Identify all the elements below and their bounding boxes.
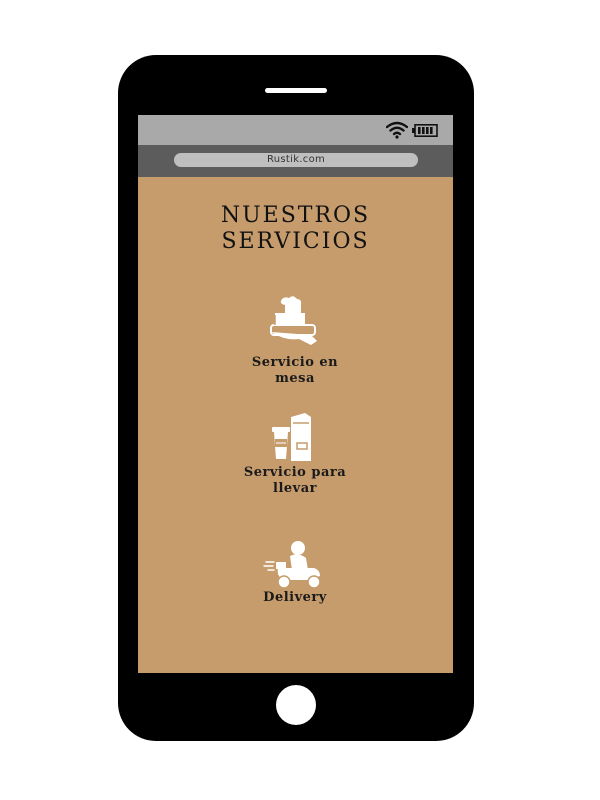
service-table-label: Servicio en mesa [251, 355, 339, 386]
url-field[interactable]: Rustik.com [174, 153, 418, 167]
service-delivery-label: Delivery [263, 590, 327, 605]
table-service-icon [270, 296, 317, 345]
service-takeaway[interactable]: Servicio para llevar [195, 413, 395, 497]
service-takeaway-label: Servicio para llevar [243, 465, 347, 496]
phone-speaker [265, 88, 327, 93]
phone-frame: Rustik.com NUESTROS SERVICIOS Servicio e… [118, 55, 474, 741]
wifi-icon [386, 121, 408, 139]
status-bar [138, 115, 453, 145]
phone-screen: Rustik.com NUESTROS SERVICIOS Servicio e… [138, 115, 453, 673]
service-table[interactable]: Servicio en mesa [195, 295, 395, 387]
delivery-scooter-icon [263, 541, 321, 589]
page-title: NUESTROS SERVICIOS [220, 203, 371, 254]
service-delivery[interactable]: Delivery [195, 540, 395, 606]
browser-address-bar: Rustik.com [138, 145, 453, 177]
takeaway-icon [272, 413, 311, 461]
home-button[interactable] [276, 685, 316, 725]
battery-icon [412, 124, 438, 137]
